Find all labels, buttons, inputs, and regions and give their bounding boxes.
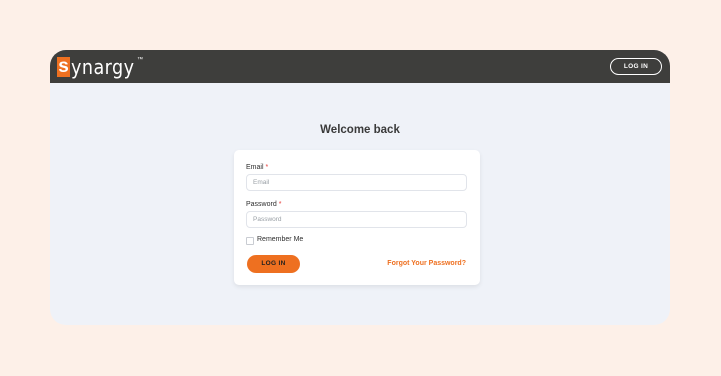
- remember-me-checkbox[interactable]: [246, 237, 254, 245]
- app-window: s ynargy ™ LOG IN Welcome back Email * P…: [50, 50, 670, 325]
- email-field[interactable]: [246, 174, 467, 191]
- forgot-password-link[interactable]: Forgot Your Password?: [387, 260, 466, 267]
- header-login-button[interactable]: LOG IN: [610, 58, 662, 75]
- remember-me-label[interactable]: Remember Me: [257, 236, 303, 243]
- synargy-logo[interactable]: s ynargy ™: [57, 56, 143, 77]
- login-card: Email * Password * Remember Me LOG IN Fo…: [234, 150, 480, 285]
- logo-wordmark: ynargy: [71, 54, 135, 79]
- password-label: Password *: [246, 201, 281, 208]
- login-submit-button[interactable]: LOG IN: [247, 255, 300, 273]
- page-title: Welcome back: [320, 124, 400, 136]
- password-label-text: Password: [246, 201, 277, 208]
- trademark-mark: ™: [137, 56, 144, 63]
- top-navbar: s ynargy ™ LOG IN: [50, 50, 670, 83]
- logo-letter-block: s: [57, 55, 70, 77]
- email-label-text: Email: [246, 164, 264, 171]
- password-field[interactable]: [246, 211, 467, 228]
- email-required-mark: *: [265, 164, 269, 171]
- email-label: Email *: [246, 164, 268, 171]
- password-required-mark: *: [278, 201, 282, 208]
